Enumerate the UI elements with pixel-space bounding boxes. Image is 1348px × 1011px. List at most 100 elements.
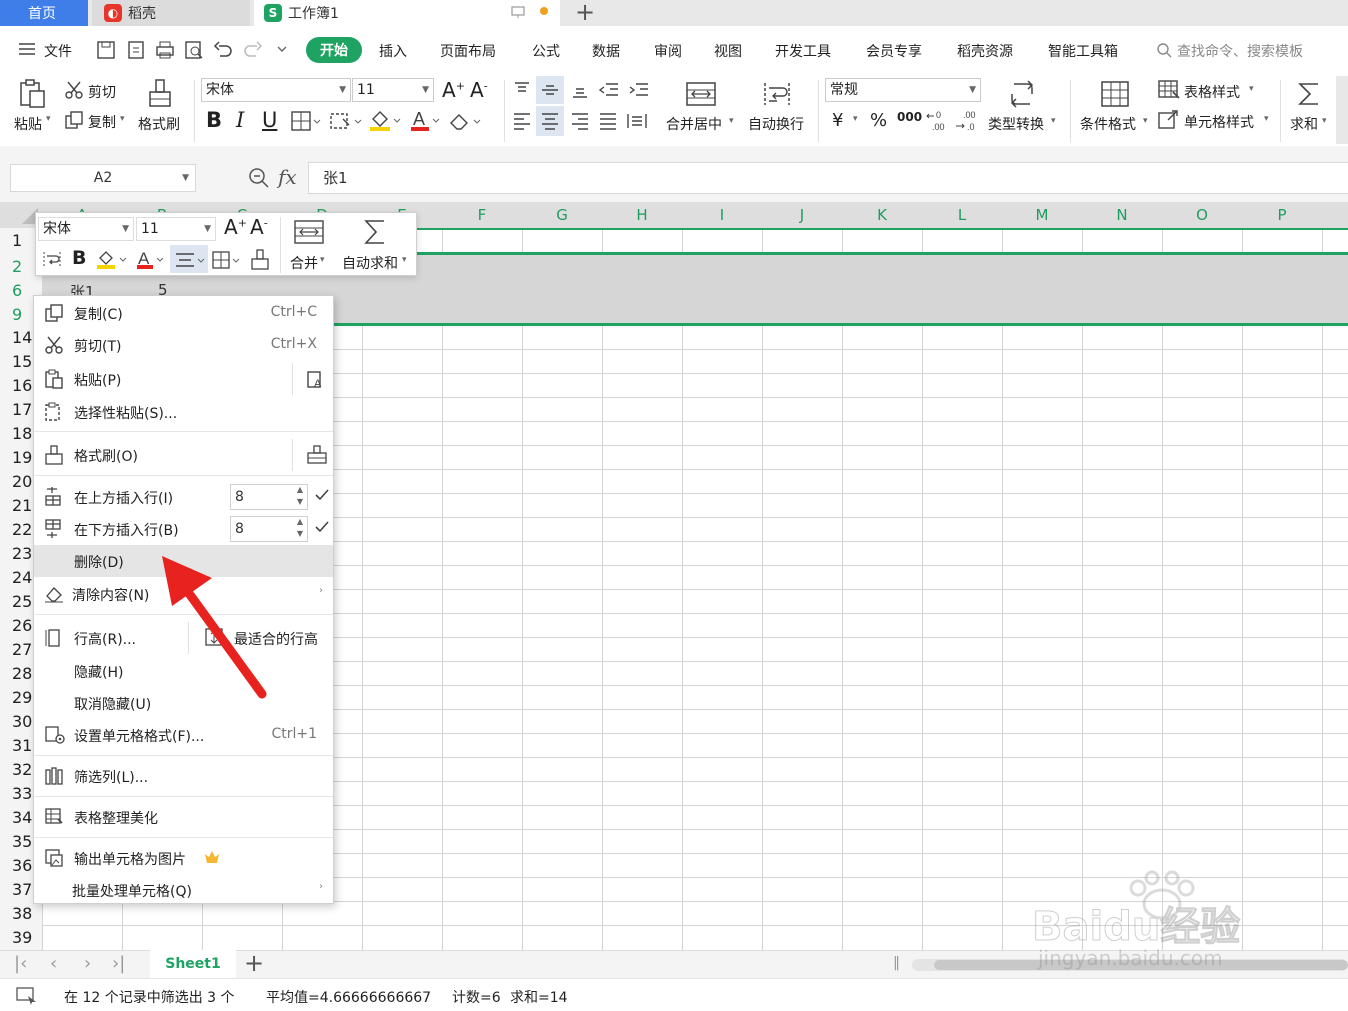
type-convert-button[interactable]: 类型转换 [988,114,1044,134]
status-view-icon[interactable] [16,987,38,1005]
mini-merge-button[interactable]: 合并 [290,253,318,273]
insert-below-count-input[interactable]: 8 ▲ ▼ [230,516,308,542]
export-pdf-icon[interactable] [126,40,146,60]
menu-insert[interactable]: 插入 [379,41,407,61]
quick-access-dropdown-icon[interactable] [276,44,288,56]
cut-icon[interactable] [64,80,84,100]
menu-item-filter-column[interactable]: 筛选列(L)... [34,760,333,792]
first-sheet-icon[interactable]: |‹ [14,953,27,974]
increase-font-icon[interactable]: A+ [442,78,465,102]
prev-sheet-icon[interactable]: ‹ [50,953,57,974]
font-name-select[interactable]: 宋体 ▼ [201,78,351,102]
confirm-check-icon[interactable] [314,519,330,535]
add-sheet-plus-icon[interactable]: + [244,949,264,977]
column-header-l[interactable]: L [922,202,1002,228]
hamburger-icon[interactable] [18,42,36,56]
percent-format-button[interactable]: % [870,110,887,131]
mini-increase-font-icon[interactable]: A+ [224,215,247,239]
column-header-p[interactable]: P [1242,202,1322,228]
copy-icon[interactable] [64,110,84,130]
mini-size-select[interactable]: 11 ▼ [136,217,216,241]
align-top-icon[interactable] [512,82,532,98]
sheet-tab-sheet1[interactable]: Sheet1 [150,950,236,978]
menu-item-format-cells[interactable]: 设置单元格格式(F)... Ctrl+1 [34,719,333,751]
merge-center-icon[interactable] [686,80,716,108]
menu-member[interactable]: 会员专享 [866,41,922,61]
bold-icon[interactable]: B [206,108,222,132]
menu-item-format-painter[interactable]: 格式刷(O) [34,439,333,471]
stepper-arrows-icon[interactable]: ▲ ▼ [297,484,303,508]
print-preview-icon[interactable] [184,40,204,60]
mini-autosum-icon[interactable] [362,217,388,247]
format-painter-icon[interactable] [146,78,174,110]
type-convert-icon[interactable] [1008,80,1036,108]
next-sheet-icon[interactable]: › [84,953,91,974]
menu-review[interactable]: 审阅 [654,41,682,61]
currency-format-button[interactable]: ¥ [832,110,843,131]
mini-align-center-icon[interactable] [174,251,208,269]
wrap-text-icon[interactable] [762,80,792,108]
table-style-dropdown-icon[interactable]: ▾ [1249,84,1254,94]
mini-font-color-icon[interactable]: A [136,249,166,271]
insert-function-button[interactable]: fx [278,165,297,189]
decrease-font-icon[interactable]: A- [470,78,488,102]
column-header-m[interactable]: M [1002,202,1082,228]
underline-icon[interactable]: U [262,108,277,132]
name-box[interactable]: A2 ▼ [10,164,196,192]
mini-merge-icon[interactable] [294,219,324,245]
merge-center-button[interactable]: 合并居中 [666,114,722,134]
align-center-icon[interactable] [540,112,560,130]
menu-item-batch-process[interactable]: 批量处理单元格(Q) › [34,874,333,906]
ribbon-overflow[interactable] [1336,76,1348,144]
paste-icon[interactable] [16,78,48,110]
table-style-icon[interactable] [1158,80,1180,100]
menu-item-paste-special[interactable]: 选择性粘贴(S)... [34,396,333,428]
border-icon[interactable] [291,111,321,131]
confirm-check-icon[interactable] [314,487,330,503]
paste-dropdown-icon[interactable]: ▾ [46,114,51,124]
italic-icon[interactable]: I [236,108,244,132]
align-right-icon[interactable] [570,112,590,130]
mini-autosum-dropdown-icon[interactable]: ▾ [402,255,407,265]
conditional-format-button[interactable]: 条件格式 [1080,114,1136,134]
mini-fill-color-icon[interactable] [96,249,130,271]
type-convert-dropdown-icon[interactable]: ▾ [1051,116,1056,126]
menu-item-beautify[interactable]: 表格整理美化 [34,801,333,833]
cell-style-icon[interactable] [1158,110,1180,130]
font-color-icon[interactable]: A [410,109,442,133]
conditional-format-icon[interactable] [1100,80,1130,108]
column-header-o[interactable]: O [1162,202,1242,228]
column-header-j[interactable]: J [762,202,842,228]
sum-button[interactable]: 求和 [1290,114,1318,134]
mini-merge-dropdown-icon[interactable]: ▾ [320,255,325,265]
zoom-formula-icon[interactable] [248,167,270,189]
align-middle-icon[interactable] [540,82,560,98]
copy-dropdown-icon[interactable]: ▾ [120,114,125,124]
column-header-n[interactable]: N [1082,202,1162,228]
new-tab-plus-icon[interactable]: + [575,0,599,26]
chevron-down-icon[interactable]: ▼ [182,165,189,191]
last-sheet-icon[interactable]: ›| [112,953,125,974]
wrap-text-button[interactable]: 自动换行 [748,114,804,134]
mini-format-painter-icon[interactable] [250,249,270,271]
align-left-icon[interactable] [512,112,532,130]
row-header-38[interactable]: 38 [0,904,42,928]
mini-font-select[interactable]: 宋体 ▼ [38,217,134,241]
column-header-h[interactable]: H [602,202,682,228]
cell-fill-format-icon[interactable] [330,111,362,131]
menu-item-insert-above[interactable]: 在上方插入行(I) 8 ▲ ▼ [34,481,333,513]
thousands-separator-button[interactable]: 000 [897,110,922,124]
stepper-arrows-icon[interactable]: ▲ ▼ [297,516,303,540]
menu-smart-toolbox[interactable]: 智能工具箱 [1048,41,1118,61]
copy-button[interactable]: 复制 [88,112,116,132]
decrease-indent-icon[interactable] [598,82,620,98]
sum-sigma-icon[interactable] [1296,80,1322,108]
insert-above-count-input[interactable]: 8 ▲ ▼ [230,484,308,510]
column-header-g[interactable]: G [522,202,602,228]
fill-color-icon[interactable] [369,109,401,133]
currency-dropdown-icon[interactable]: ▾ [853,114,858,124]
menu-daoke-resources[interactable]: 稻壳资源 [957,41,1013,61]
menu-item-paste[interactable]: 粘贴(P) A [34,363,333,395]
cond-format-dropdown-icon[interactable]: ▾ [1143,116,1148,126]
distributed-align-icon[interactable] [626,112,648,130]
